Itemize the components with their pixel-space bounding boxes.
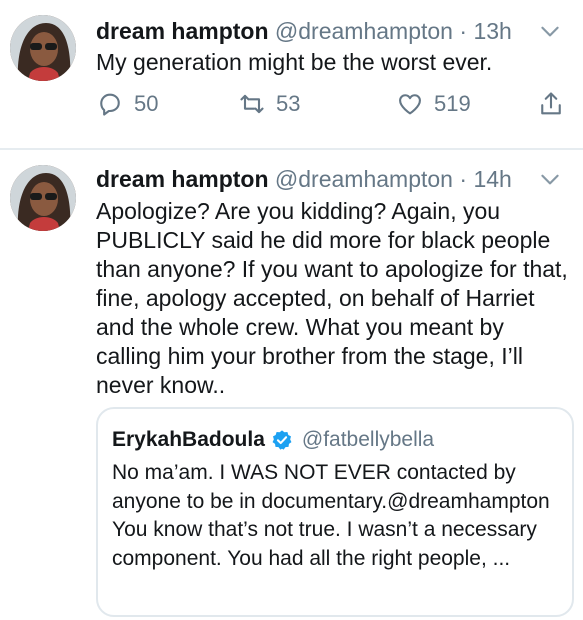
retweet-count: 53 xyxy=(276,91,301,116)
user-handle[interactable]: @dreamhampton xyxy=(275,166,453,192)
quoted-tweet[interactable]: ErykahBadoula @fatbellybella No ma’am. I… xyxy=(96,407,574,617)
avatar[interactable] xyxy=(10,15,76,81)
timestamp[interactable]: 14h xyxy=(473,166,511,192)
verified-badge-icon xyxy=(272,430,292,450)
like-button[interactable]: 519 xyxy=(396,89,471,119)
tweet-divider xyxy=(0,148,583,150)
heart-icon xyxy=(399,94,421,115)
quoted-tweet-header: ErykahBadoula @fatbellybella xyxy=(112,426,434,454)
quoted-user-handle[interactable]: @fatbellybella xyxy=(302,426,434,454)
share-icon xyxy=(541,92,561,115)
user-handle[interactable]: @dreamhampton xyxy=(275,18,453,44)
separator-dot: · xyxy=(459,18,468,44)
tweet[interactable]: dream hampton @dreamhampton · 13h My gen… xyxy=(0,0,583,150)
display-name[interactable]: dream hampton xyxy=(96,166,269,192)
reply-icon xyxy=(100,93,120,116)
retweet-icon xyxy=(240,94,264,114)
quoted-tweet-text: No ma’am. I WAS NOT EVER contacted by an… xyxy=(112,461,550,570)
avatar[interactable] xyxy=(10,165,76,231)
display-name[interactable]: dream hampton xyxy=(96,18,269,44)
tweet[interactable]: dream hampton @dreamhampton · 14h Apolog… xyxy=(0,151,583,620)
tweet-header: dream hampton @dreamhampton · 14h xyxy=(96,164,563,194)
chevron-down-icon[interactable] xyxy=(537,18,563,44)
separator-dot: · xyxy=(459,166,468,192)
reply-button[interactable]: 50 xyxy=(96,89,158,119)
share-button[interactable] xyxy=(537,89,565,119)
timestamp[interactable]: 13h xyxy=(473,18,511,44)
like-count: 519 xyxy=(434,91,471,116)
tweet-text: Apologize? Are you kidding? Again, you P… xyxy=(96,198,568,398)
avatar-image xyxy=(10,15,76,81)
tweet-actions: 50 53 519 xyxy=(96,89,569,119)
chevron-down-icon[interactable] xyxy=(537,166,563,192)
reply-count: 50 xyxy=(134,91,159,116)
quoted-display-name[interactable]: ErykahBadoula xyxy=(112,426,265,454)
tweet-text: My generation might be the worst ever. xyxy=(96,49,493,75)
retweet-button[interactable]: 53 xyxy=(238,89,300,119)
avatar-image xyxy=(10,165,76,231)
tweet-header: dream hampton @dreamhampton · 13h xyxy=(96,16,563,46)
